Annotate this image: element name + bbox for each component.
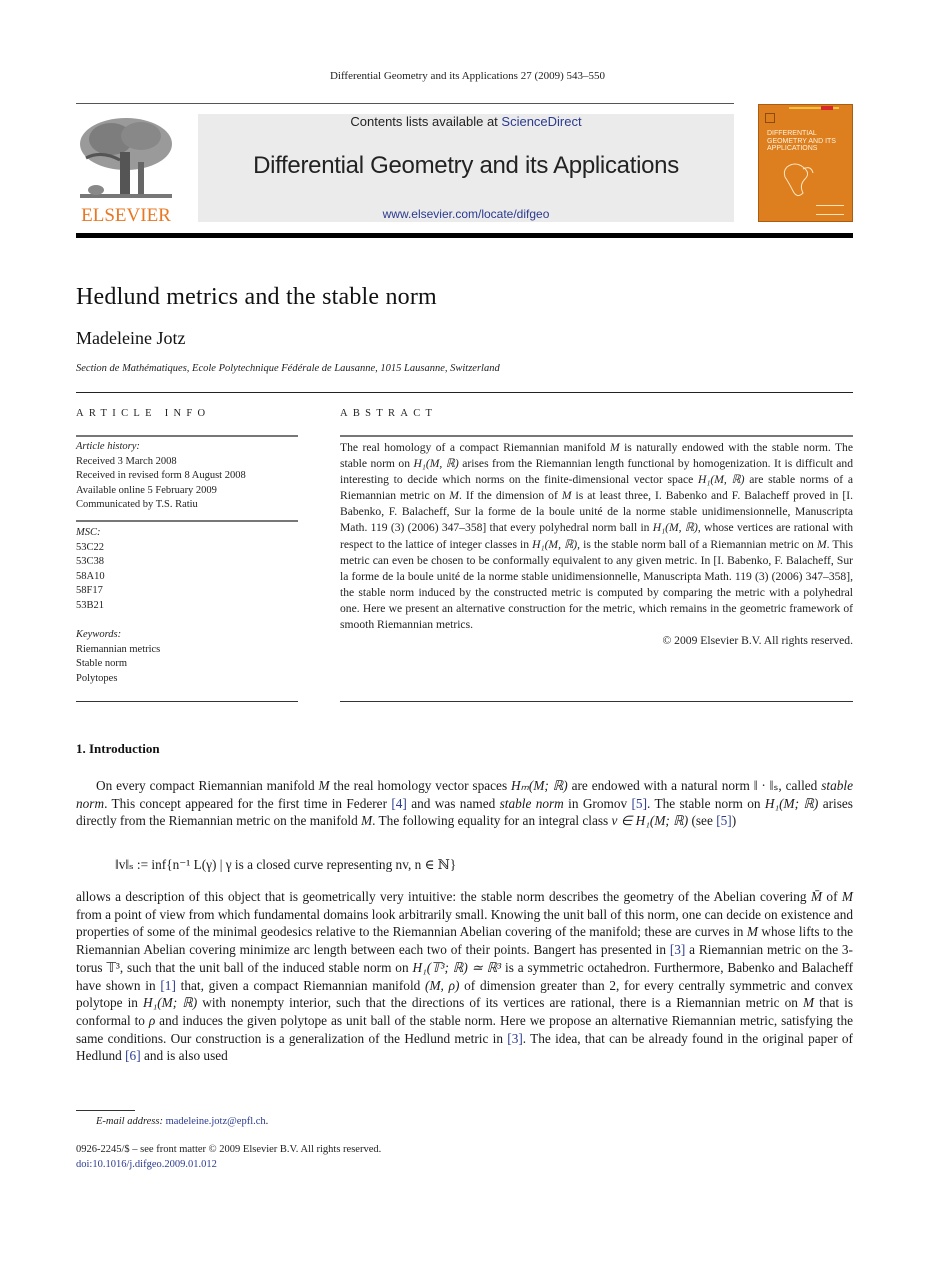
citation-link[interactable]: [6] <box>125 1048 141 1063</box>
keyword: Stable norm <box>76 658 128 669</box>
article-info-bottom-rule <box>76 701 298 702</box>
msc-code: 58A10 <box>76 570 105 582</box>
footnote-email: E-mail address: madeleine.jotz@epfl.ch. <box>96 1116 269 1127</box>
intro-paragraph-1: On every compact Riemannian manifold M t… <box>76 778 853 829</box>
keywords: Keywords: Riemannian metrics Stable norm… <box>76 628 298 686</box>
masthead-top-rule <box>76 103 734 104</box>
citation-link[interactable]: [4] <box>391 796 407 811</box>
cover-title: DIFFERENTIAL GEOMETRY AND ITS APPLICATIO… <box>767 130 836 152</box>
intro-paragraph-2: allows a description of this object that… <box>76 889 854 1064</box>
citation-link[interactable]: [3] <box>670 942 686 957</box>
cover-mini-logo-icon <box>765 113 775 123</box>
stable-norm-equation: ‖v‖ₛ := inf{n⁻¹ L(γ) | γ is a closed cur… <box>115 857 457 872</box>
msc-label: MSC: <box>76 527 101 538</box>
article-title: Hedlund metrics and the stable norm <box>76 284 437 310</box>
article-info-heading: ARTICLE INFO <box>76 408 211 419</box>
article-history: Article history: Received 3 March 2008 R… <box>76 440 298 513</box>
keyword: Polytopes <box>76 672 118 684</box>
abstract-copyright: © 2009 Elsevier B.V. All rights reserved… <box>662 634 853 648</box>
front-matter: 0926-2245/$ – see front matter © 2009 El… <box>76 1143 381 1172</box>
history-item: Received 3 March 2008 <box>76 455 177 467</box>
citation-link[interactable]: [5] <box>716 813 732 828</box>
running-head: Differential Geometry and its Applicatio… <box>329 70 606 82</box>
citation-link[interactable]: [3] <box>507 1031 523 1046</box>
section-heading-introduction: 1. Introduction <box>76 741 160 756</box>
journal-cover-thumbnail[interactable]: DIFFERENTIAL GEOMETRY AND ITS APPLICATIO… <box>758 104 853 222</box>
keyword: Riemannian metrics <box>76 643 161 655</box>
article-info-rule <box>76 435 298 437</box>
tree-icon <box>80 118 172 198</box>
history-rule <box>76 520 298 522</box>
journal-url-link[interactable]: www.elsevier.com/locate/difgeo <box>383 207 550 221</box>
cover-footer-mark <box>816 205 844 215</box>
keywords-label: Keywords: <box>76 629 122 640</box>
issn-line: 0926-2245/$ – see front matter © 2009 El… <box>76 1144 382 1155</box>
history-item: Available online 5 February 2009 <box>76 484 217 496</box>
journal-title: Differential Geometry and its Applicatio… <box>253 152 679 179</box>
header-rule <box>76 392 853 393</box>
footnote-rule <box>76 1110 135 1111</box>
email-label: E-mail address: <box>96 1116 166 1127</box>
abstract-rule <box>340 435 853 437</box>
abstract-heading: ABSTRACT <box>340 408 438 419</box>
sciencedirect-link[interactable]: ScienceDirect <box>501 114 581 129</box>
elsevier-wordmark: ELSEVIER <box>81 205 171 226</box>
email-link[interactable]: madeleine.jotz@epfl.ch <box>166 1116 266 1127</box>
history-item: Received in revised form 8 August 2008 <box>76 470 246 481</box>
history-item: Communicated by T.S. Ratiu <box>76 499 198 510</box>
article-author: Madeleine Jotz <box>76 328 186 348</box>
cover-red-mark <box>821 106 833 110</box>
contents-prefix: Contents lists available at <box>350 114 502 129</box>
abstract-bottom-rule <box>340 701 853 702</box>
abstract-body: The real homology of a compact Riemannia… <box>340 441 854 632</box>
citation-link[interactable]: [5] <box>632 796 648 811</box>
journal-banner: Contents lists available at ScienceDirec… <box>198 114 734 222</box>
msc-code: 53C38 <box>76 556 105 567</box>
history-label: Article history: <box>76 441 140 452</box>
msc-code: 58F17 <box>76 585 103 596</box>
cover-figure-icon <box>783 163 814 197</box>
contents-line: Contents lists available at ScienceDirec… <box>198 114 734 129</box>
masthead-bottom-rule <box>76 233 853 238</box>
msc-code: 53B21 <box>76 599 105 611</box>
author-affiliation: Section de Mathématiques, Ecole Polytech… <box>76 363 500 374</box>
msc-codes: MSC: 53C22 53C38 58A10 58F17 53B21 <box>76 526 298 613</box>
abstract-text: The real homology of a compact Riemannia… <box>340 440 853 649</box>
msc-code: 53C22 <box>76 541 105 553</box>
citation-link[interactable]: [1] <box>160 978 176 993</box>
doi-link[interactable]: doi:10.1016/j.difgeo.2009.01.012 <box>76 1159 217 1170</box>
